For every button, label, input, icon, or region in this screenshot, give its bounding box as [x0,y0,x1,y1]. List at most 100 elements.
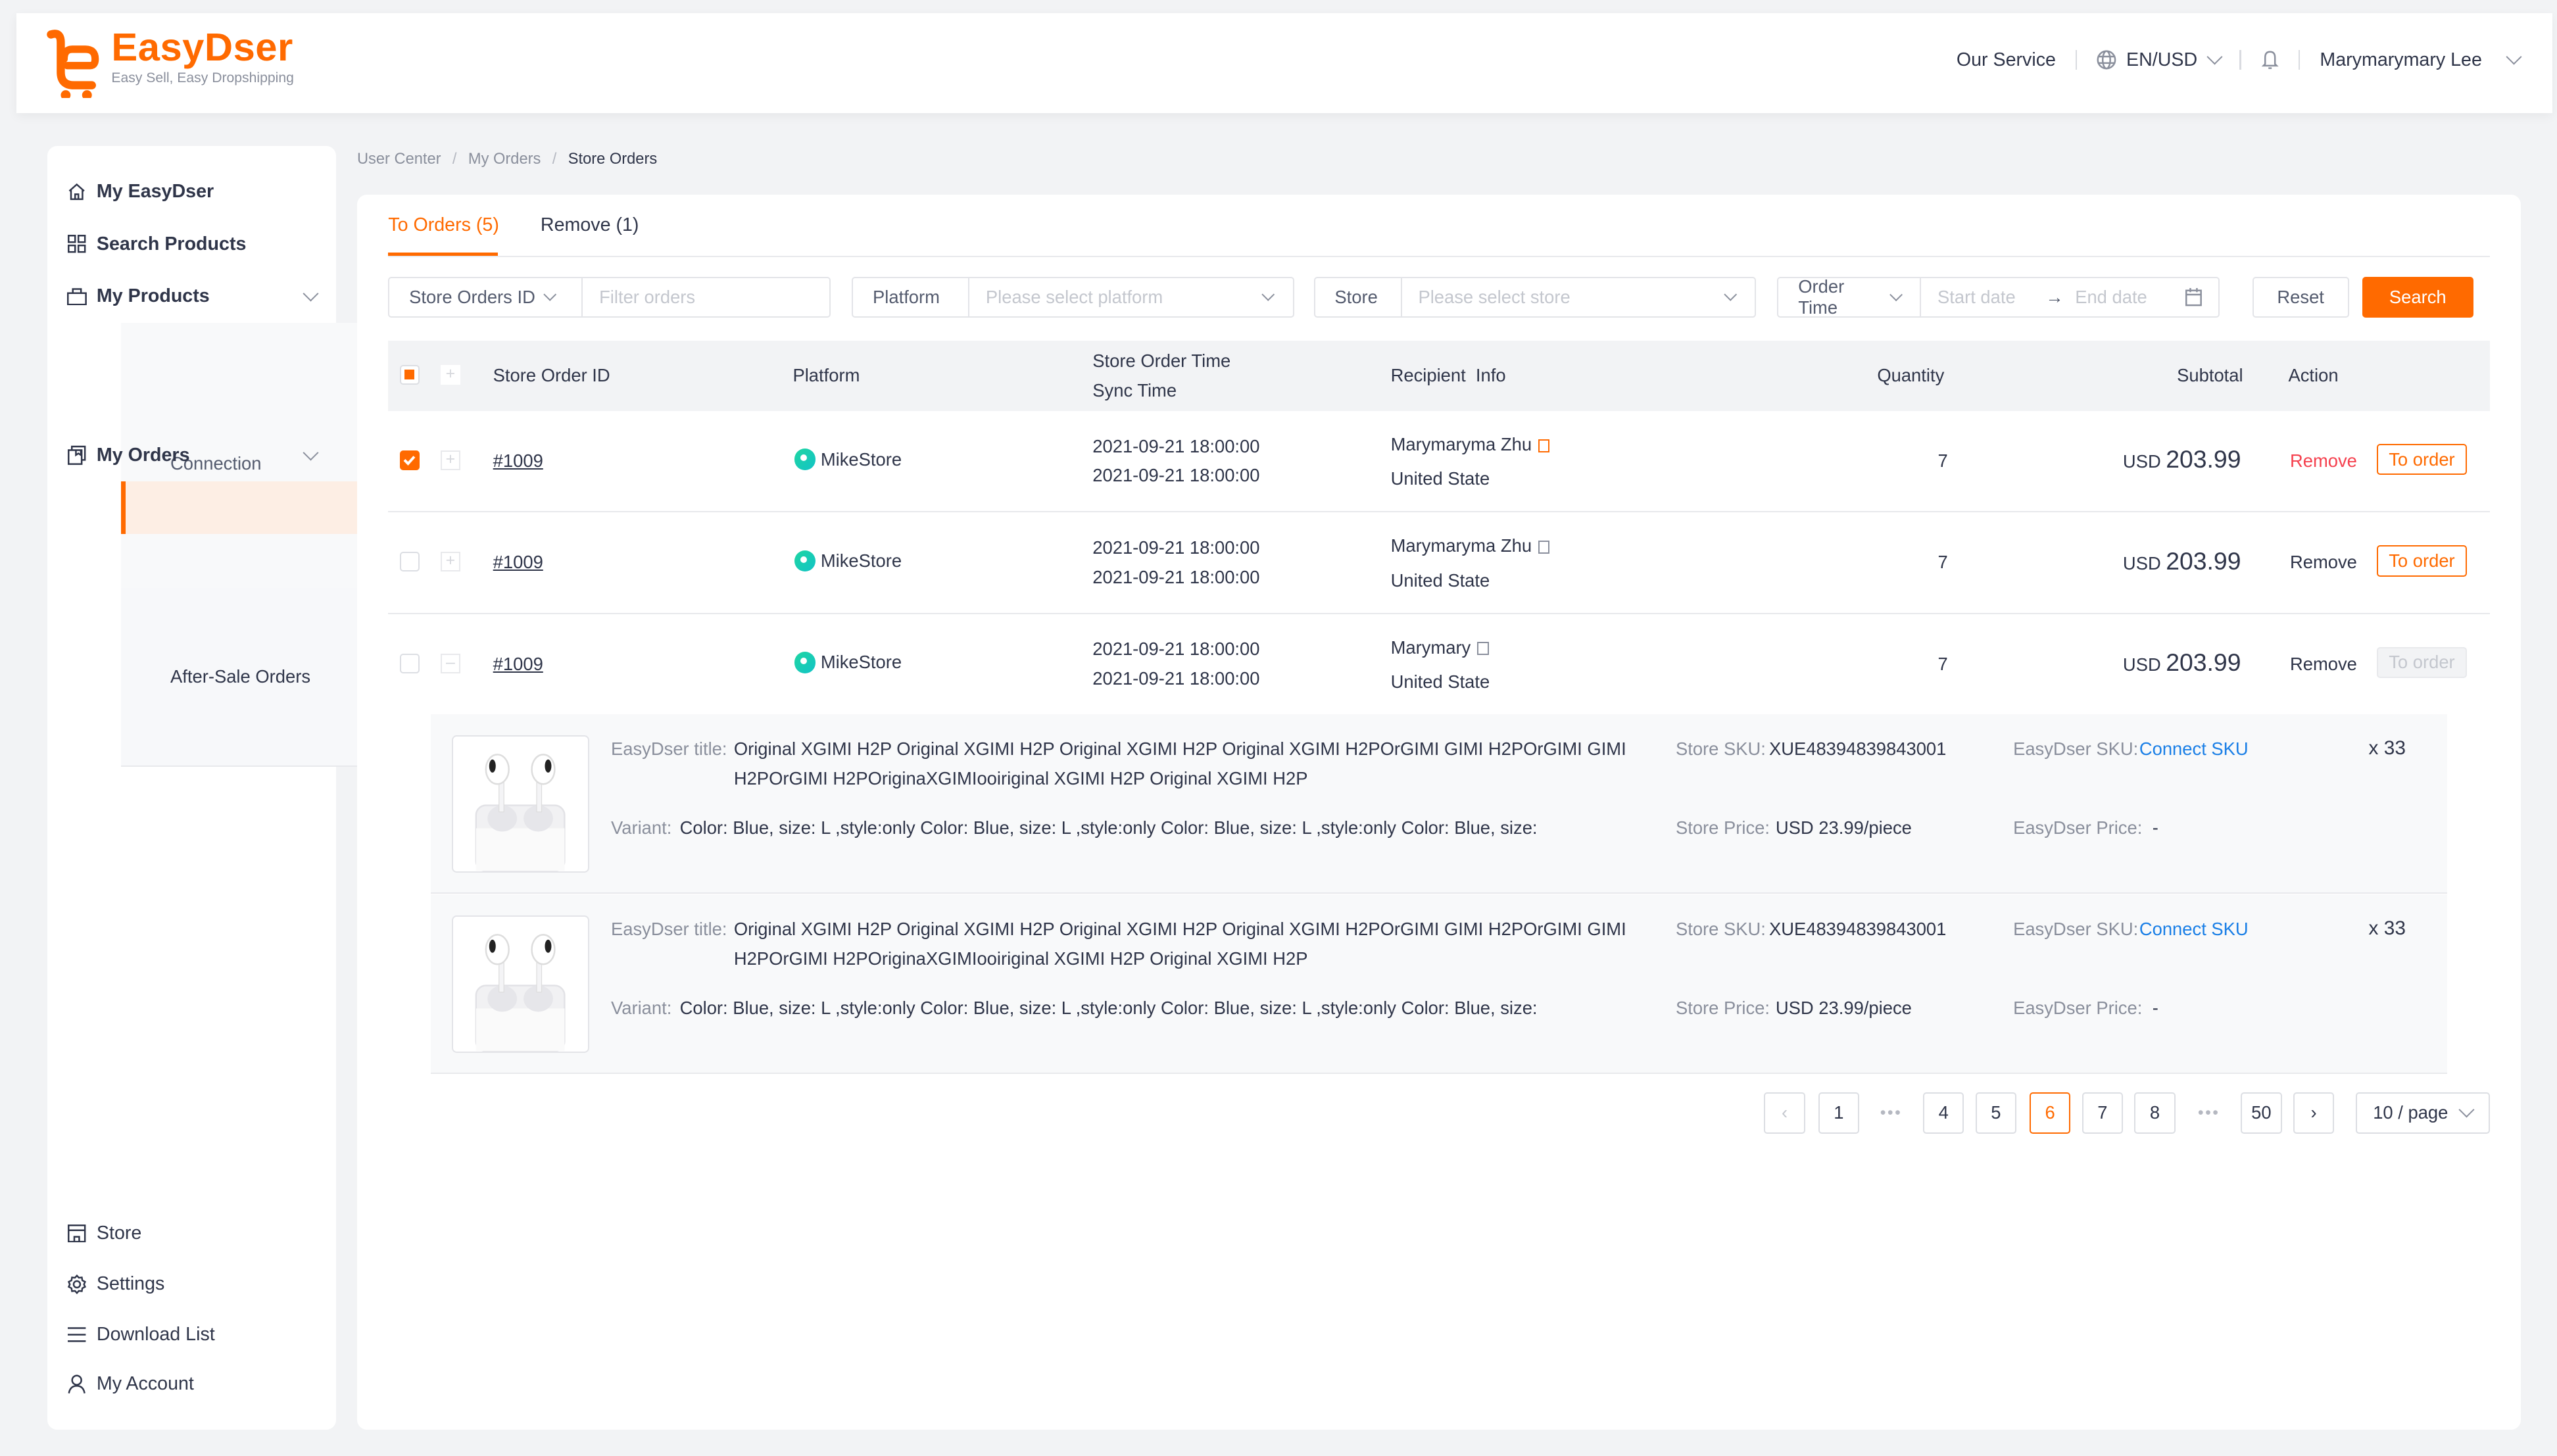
breadcrumb-store-orders: Store Orders [568,151,658,168]
address-details-icon[interactable] [1477,642,1489,656]
locale-selector[interactable]: EN/USD [2097,49,2223,71]
reset-button[interactable]: Reset [2252,276,2349,318]
to-order-button[interactable]: To order [2376,443,2467,475]
store-sku-value: XUE48394839843001 [1768,919,1947,940]
variant-value: Color: Blue, size: L ,style:only Color: … [679,817,1538,838]
address-details-icon[interactable] [1538,541,1550,554]
sidebar-item-settings[interactable]: Settings [47,1258,335,1311]
expand-row-icon[interactable]: + [440,450,460,470]
col-subtotal: Subtotal [2177,365,2243,386]
page-7[interactable]: 7 [2082,1092,2123,1134]
breadcrumb-user-center[interactable]: User Center [357,151,441,168]
collapse-row-icon[interactable]: – [440,653,460,673]
product-image [452,915,589,1053]
remove-button[interactable]: Remove [2290,450,2357,472]
page-50[interactable]: 50 [2241,1092,2282,1134]
time-type-select[interactable]: Order Time [1778,276,1922,318]
recipient-name: Marymaryma Zhu [1391,434,1550,455]
connect-sku-link[interactable]: Connect SKU [2139,919,2249,940]
easydser-title-label: EasyDser title: [611,919,727,940]
sidebar-item-my-orders[interactable]: My Orders [47,429,335,482]
sidebar-item-my-account[interactable]: My Account [47,1358,335,1411]
home-icon [67,182,87,201]
store-filter: Store Please select store [1313,276,1757,318]
platform-name: MikeStore [820,652,902,673]
search-button[interactable]: Search [2362,276,2473,318]
store-sku-label: Store SKU: [1675,739,1766,760]
product-line-item: EasyDser title: Original XGIMI H2P Origi… [431,894,2448,1075]
sidebar-item-search-products[interactable]: Search Products [47,218,335,270]
page-5[interactable]: 5 [1975,1092,2017,1134]
product-line-item: EasyDser title: Original XGIMI H2P Origi… [431,714,2448,894]
store-order-id-link[interactable]: #1009 [493,654,543,675]
chevron-down-icon [303,285,319,302]
tab-to-orders[interactable]: To Orders (5) [388,214,499,236]
sidebar-item-my-products[interactable]: My Products [47,270,335,323]
store-order-id-link[interactable]: #1009 [493,552,543,573]
row-checkbox[interactable] [399,450,420,470]
breadcrumb: User Center / My Orders / Store Orders [356,151,658,168]
to-order-button[interactable]: To order [2376,545,2467,577]
currency: USD [2122,451,2161,472]
chevron-right-icon: › [2310,1102,2317,1123]
remove-button[interactable]: Remove [2290,552,2357,573]
end-date-input[interactable]: End date [2075,287,2185,308]
tab-remove[interactable]: Remove (1) [541,214,639,236]
mikestore-logo-icon [794,652,816,673]
page-8[interactable]: 8 [2134,1092,2176,1134]
sidebar-item-label: My Products [96,285,210,307]
page-6-current[interactable]: 6 [2029,1092,2071,1134]
store-order-time: 2021-09-21 18:00:00 [1092,435,1260,456]
next-page-button[interactable]: › [2293,1092,2335,1134]
divider [2239,50,2241,70]
item-quantity: x 33 [2368,917,2406,939]
row-checkbox[interactable] [399,653,420,673]
sidebar-item-label: My EasyDser [96,180,214,202]
divider [2075,50,2078,70]
our-service-link[interactable]: Our Service [1957,49,2056,71]
expand-all-icon[interactable]: + [440,365,460,385]
store-select[interactable]: Please select store [1402,287,1716,308]
breadcrumb-my-orders[interactable]: My Orders [468,151,541,168]
page-size-select[interactable]: 10 / page [2355,1092,2490,1134]
start-date-input[interactable]: Start date [1921,287,2045,308]
chevron-down-icon [1723,288,1738,302]
sidebar-item-my-easydser[interactable]: My EasyDser [47,166,335,218]
bell-icon[interactable] [2261,49,2279,70]
prev-page-button[interactable]: ‹ [1764,1092,1805,1134]
calendar-icon[interactable] [2185,288,2202,306]
order-id-filter: Store Orders ID Filter orders [388,276,831,318]
platform-select[interactable]: Please select platform [969,287,1254,308]
id-type-select[interactable]: Store Orders ID [389,278,583,317]
chevron-left-icon: ‹ [1782,1102,1788,1123]
sidebar-item-download-list[interactable]: Download List [47,1309,335,1361]
chevron-down-icon [1889,288,1903,302]
easydser-price-label: EasyDser Price: [2013,997,2143,1018]
connect-sku-link[interactable]: Connect SKU [2139,739,2249,760]
col-sync-time: Sync Time [1092,379,1177,400]
select-all-checkbox[interactable] [399,365,420,385]
sync-time: 2021-09-21 18:00:00 [1092,465,1260,486]
time-type-label: Order Time [1798,276,1845,318]
address-details-icon[interactable] [1538,439,1550,452]
pagination-ellipsis[interactable]: ••• [2189,1092,2229,1133]
col-recipient-info: Recipient Info [1390,365,1506,386]
logo[interactable]: EasyDser Easy Sell, Easy Dropshipping [46,26,294,99]
subtotal-value: USD 203.99 [2123,445,2241,473]
page-4[interactable]: 4 [1923,1092,1964,1134]
easydser-sku-label: EasyDser SKU: [2013,919,2139,940]
page-1[interactable]: 1 [1818,1092,1859,1134]
store-order-id-link[interactable]: #1009 [493,450,543,472]
pagination-ellipsis[interactable]: ••• [1870,1092,1911,1133]
expand-row-icon[interactable]: + [440,552,460,572]
col-store-order-time: Store Order Time [1092,351,1231,371]
filter-orders-input[interactable]: Filter orders [583,287,829,308]
user-menu[interactable]: Marymarymary Lee [2320,49,2522,71]
remove-button[interactable]: Remove [2290,654,2357,675]
easydser-price-label: EasyDser Price: [2013,817,2143,838]
row-checkbox[interactable] [399,552,420,572]
sidebar-item-store[interactable]: Store [47,1207,335,1260]
orders-icon [67,445,87,466]
store-order-time: 2021-09-21 18:00:00 [1092,537,1260,558]
divider [2299,50,2301,70]
